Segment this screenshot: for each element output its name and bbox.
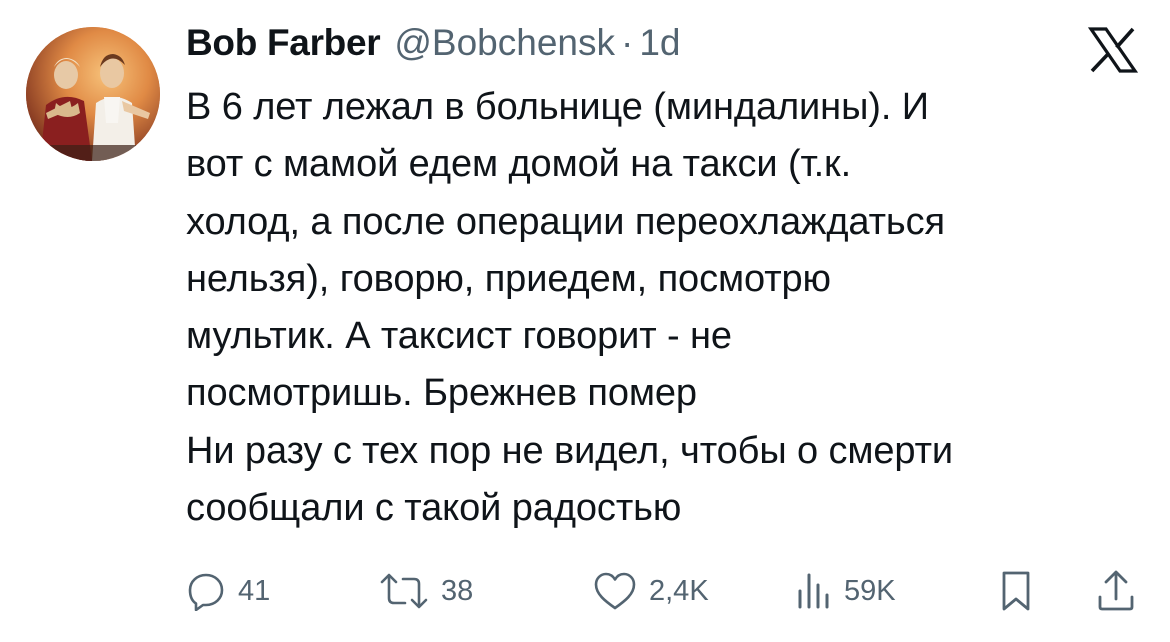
- avatar[interactable]: [26, 27, 160, 161]
- x-logo-icon: [1087, 27, 1139, 73]
- bookmark-icon: [1000, 569, 1032, 613]
- reply-icon: [186, 571, 226, 611]
- repost-button[interactable]: 38: [379, 566, 473, 616]
- tweet-text: В 6 лет лежал в больнице (миндалины). И …: [186, 86, 954, 530]
- share-icon: [1096, 569, 1136, 613]
- repost-icon: [379, 571, 429, 611]
- views-count: 59K: [844, 574, 896, 607]
- author-display-name[interactable]: Bob Farber: [186, 22, 381, 64]
- avatar-image: [26, 27, 160, 161]
- tweet-header: Bob Farber @Bobchensk · 1d: [186, 22, 680, 72]
- reply-button[interactable]: 41: [186, 566, 270, 616]
- action-bar: 41 38 2,4K 59K: [186, 566, 1146, 616]
- views-icon: [796, 571, 832, 611]
- tweet-card[interactable]: Bob Farber @Bobchensk · 1d В 6 лет лежал…: [0, 0, 1170, 642]
- like-button[interactable]: 2,4K: [593, 566, 709, 616]
- like-count: 2,4K: [649, 574, 709, 607]
- heart-icon: [593, 571, 637, 611]
- repost-count: 38: [441, 574, 474, 607]
- views-button[interactable]: 59K: [796, 566, 896, 616]
- author-handle[interactable]: @Bobchensk: [394, 22, 615, 64]
- bookmark-button[interactable]: [1000, 566, 1032, 616]
- tweet-timestamp[interactable]: 1d: [639, 22, 680, 64]
- meta-separator: ·: [621, 22, 634, 63]
- share-button[interactable]: [1096, 566, 1136, 616]
- reply-count: 41: [238, 574, 271, 607]
